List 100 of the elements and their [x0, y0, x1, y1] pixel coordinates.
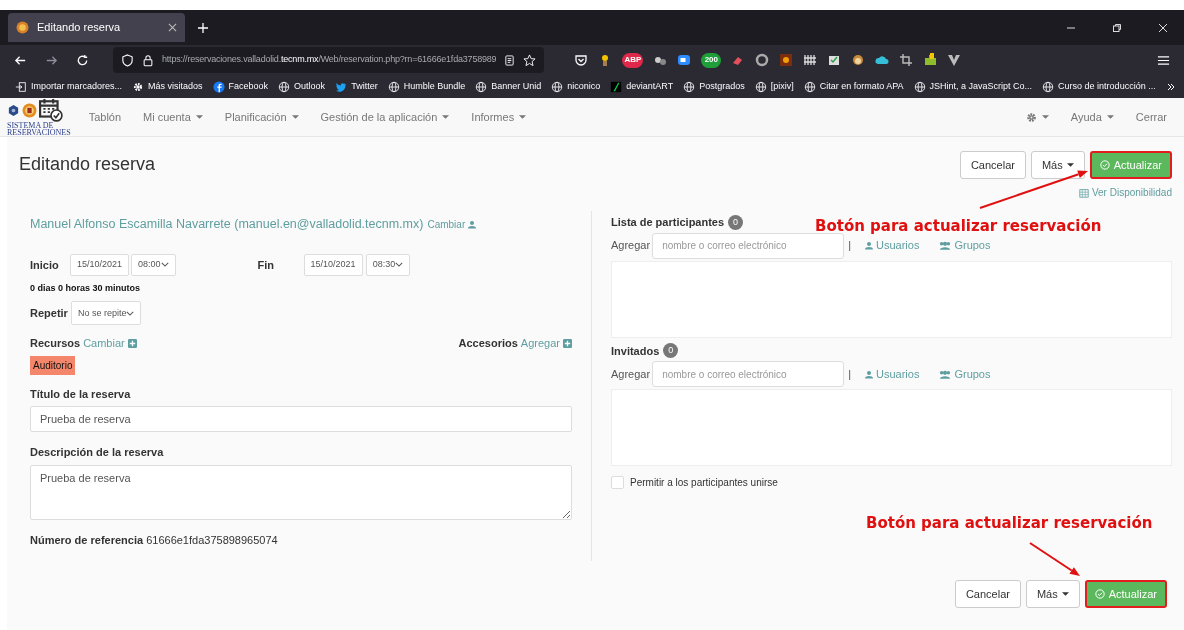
field-label: Agregar — [611, 366, 651, 382]
tab-title: Editando reserva — [37, 20, 122, 36]
bookmark[interactable]: Postgrados — [683, 79, 745, 94]
extension-badge[interactable]: ABP — [622, 52, 644, 68]
bookmark[interactable]: niconico — [551, 79, 601, 94]
globe-icon — [754, 80, 767, 93]
bookmark[interactable]: Más visitados — [132, 79, 203, 94]
field-label: Recursos — [30, 336, 81, 352]
reload-icon[interactable] — [76, 53, 89, 67]
gear-icon — [132, 80, 145, 93]
count-badge: 0 — [728, 214, 744, 230]
logo-text: SISTEMA DE — [7, 122, 54, 129]
checkbox[interactable] — [611, 476, 624, 489]
caret-icon — [1061, 592, 1069, 596]
more-button[interactable]: Más — [1025, 580, 1080, 608]
arrow — [1029, 542, 1080, 576]
duration-text: 0 dias 0 horas 30 minutos — [30, 281, 142, 295]
nav-link[interactable]: Gestión de la aplicación — [320, 108, 450, 126]
import-icon — [15, 80, 27, 93]
separator-text: | — [848, 238, 851, 254]
check-circle-icon — [1094, 589, 1105, 599]
count-badge: 0 — [663, 343, 679, 359]
cloud-icon[interactable] — [875, 53, 890, 67]
monkey-icon[interactable] — [851, 53, 866, 67]
section-label: Lista de participantes — [611, 215, 725, 230]
puzzle-icon[interactable] — [923, 53, 938, 67]
clipboard-icon[interactable] — [827, 53, 842, 67]
ring-icon[interactable] — [755, 53, 770, 67]
menu-icon[interactable] — [1157, 53, 1170, 67]
date-field[interactable]: 15/10/2021 — [70, 253, 130, 276]
plus-icon[interactable] — [197, 21, 209, 34]
settings-menu[interactable] — [1025, 111, 1049, 123]
group-icon — [939, 369, 952, 379]
bookmark[interactable]: Outlook — [278, 79, 326, 94]
more-button[interactable]: Más — [1030, 151, 1085, 179]
settings-icon — [1025, 111, 1037, 123]
deviant-icon — [610, 80, 623, 93]
browser-tab[interactable]: Editando reserva — [8, 13, 185, 42]
nav-link[interactable]: Ayuda — [1070, 108, 1114, 126]
time-select[interactable]: 08:00 — [131, 253, 176, 276]
camera-icon[interactable] — [677, 53, 692, 67]
bookmark[interactable]: Citar en formato APA — [803, 79, 904, 94]
checkbox-label: Permitir a los participantes unirse — [630, 476, 778, 490]
caret-icon — [1066, 163, 1074, 167]
bookmark[interactable]: Importar marcadores... — [15, 79, 123, 94]
reader-icon[interactable] — [504, 54, 516, 66]
owner-name: Manuel Alfonso Escamilla Navarrete (manuel.en@valladolid.tecnm.mx) — [30, 216, 424, 233]
url-text: https://reservaciones.valladolid.tecnm.mx/Web/reservation.php?rn=61666e1fda3758989 — [162, 53, 497, 67]
sun-icon[interactable] — [779, 53, 794, 67]
nav-link[interactable]: Tablón — [88, 108, 122, 126]
fence-icon[interactable] — [803, 53, 818, 67]
nav-link[interactable]: Planificación — [224, 108, 299, 126]
cancel-button[interactable]: Cancelar — [954, 580, 1021, 608]
v-icon[interactable] — [947, 53, 962, 67]
cancel-button[interactable]: Cancelar — [959, 151, 1026, 179]
close-icon[interactable] — [1158, 22, 1168, 33]
star-icon[interactable] — [523, 53, 537, 67]
bookmark[interactable]: [pixiv] — [754, 79, 794, 94]
address-bar[interactable]: https://reservaciones.valladolid.tecnm.mx/Web/reservation.php?rn=61666e1fda3758989 — [113, 47, 545, 73]
annotation-text: Botón para actualizar reservación — [866, 513, 1153, 534]
seal-icon — [16, 21, 29, 34]
crop-icon[interactable] — [899, 53, 914, 67]
nav-link[interactable]: Informes — [471, 108, 527, 126]
search-field[interactable]: nombre o correo electrónico — [652, 232, 845, 259]
bookmark[interactable]: JSHint, a JavaScript Co... — [913, 79, 1033, 94]
user-icon — [865, 369, 873, 379]
bookmark[interactable]: Humble Bundle — [387, 79, 466, 94]
description-field[interactable]: Prueba de reserva — [30, 464, 572, 520]
repeat-select[interactable]: No se repite — [70, 301, 142, 326]
globe-icon — [803, 80, 816, 93]
check-circle-icon — [1099, 160, 1110, 170]
resource-tag[interactable]: Auditorio — [30, 355, 76, 375]
field-label: Título de la reserva — [30, 386, 132, 402]
page-title: Editando reserva — [19, 153, 156, 176]
restore-icon[interactable] — [1112, 22, 1122, 33]
logo[interactable]: SISTEMA DE RESERVACIONES — [7, 98, 71, 136]
bookmark[interactable]: deviantART — [610, 79, 674, 94]
field-label: Descripción de la reserva — [30, 445, 165, 461]
bookmark[interactable]: Curso de introducción ... — [1042, 79, 1156, 94]
nav-link[interactable]: Cerrar — [1135, 108, 1167, 126]
bookmark[interactable]: Facebook — [212, 79, 269, 94]
globe-icon — [551, 80, 564, 93]
search-field[interactable]: nombre o correo electrónico — [652, 361, 845, 387]
title-field[interactable]: Prueba de reserva — [30, 406, 572, 433]
nav-link[interactable]: Mi cuenta — [143, 108, 203, 126]
pocket-icon[interactable] — [574, 53, 589, 67]
globe-icon — [475, 80, 488, 93]
group-icon — [939, 241, 952, 250]
globe-icon — [387, 80, 400, 93]
calendar-icon — [1078, 187, 1089, 198]
date-field[interactable]: 15/10/2021 — [303, 253, 363, 276]
facebook-icon — [212, 80, 225, 93]
user-icon — [468, 219, 477, 229]
seal-icon — [22, 102, 37, 118]
chevron-icon[interactable] — [1165, 81, 1176, 92]
field-label: Accesorios — [458, 336, 518, 352]
emblem-icon — [7, 102, 20, 118]
bookmark[interactable]: Banner Unid — [475, 79, 542, 94]
time-select[interactable]: 08:30 — [365, 253, 411, 276]
bookmark[interactable]: Twitter — [335, 79, 378, 94]
